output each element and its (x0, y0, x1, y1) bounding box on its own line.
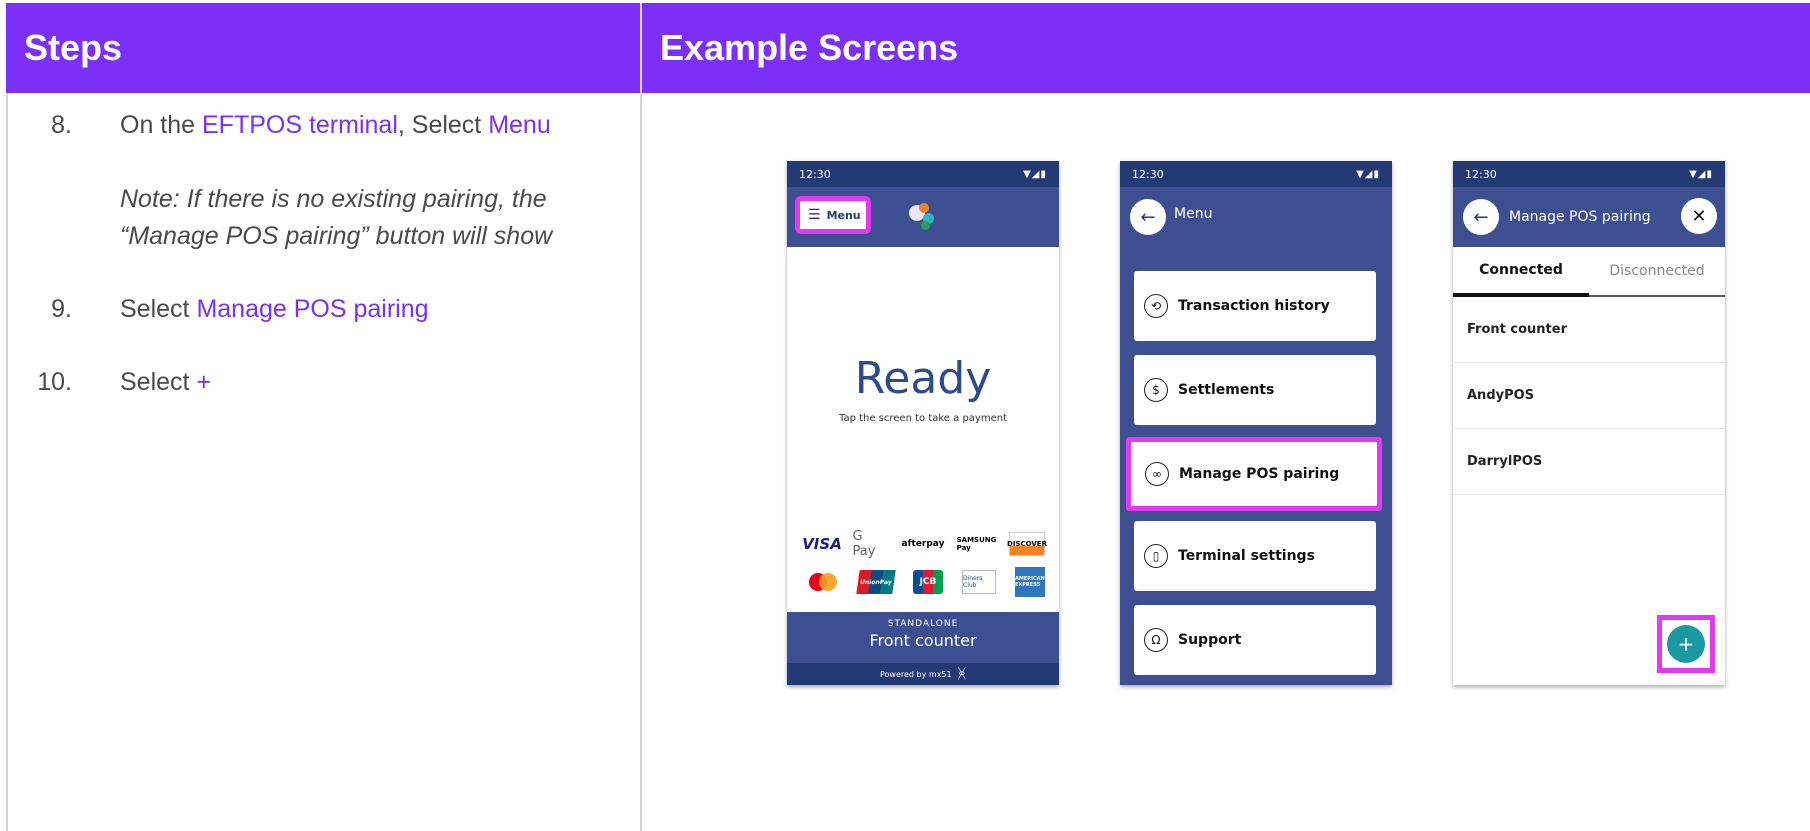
menu-header: ← Menu (1120, 187, 1392, 241)
step-number: 8. (51, 111, 72, 139)
menu-item-manage-pos-pairing[interactable]: ∞ Manage POS pairing (1126, 437, 1382, 511)
step-text: Select + (120, 368, 211, 397)
menu-button-label: Menu (826, 208, 861, 222)
step-text: On the EFTPOS terminal, Select Menu (120, 111, 551, 140)
steps-header: Steps (6, 3, 640, 93)
tab-disconnected[interactable]: Disconnected (1589, 247, 1725, 295)
close-icon[interactable]: ✕ (1681, 198, 1717, 234)
signal-battery-icon: ▼◢▮ (1689, 168, 1713, 180)
mode-label: STANDALONE (887, 619, 959, 629)
plus-link: + (196, 368, 212, 396)
back-arrow-icon[interactable]: ← (1130, 199, 1166, 235)
add-pairing-highlight: + (1657, 615, 1715, 673)
pairing-item[interactable]: Front counter (1453, 297, 1725, 363)
note: Note: If there is no existing pairing, t… (120, 181, 552, 255)
menu-item-label: Manage POS pairing (1179, 466, 1340, 482)
status-bar: 12:30 ▼◢▮ (1120, 161, 1392, 187)
hamburger-icon: ☰ (808, 207, 821, 223)
step-text-part: On the (120, 111, 202, 139)
settlements-icon: $ (1144, 378, 1168, 402)
tab-connected[interactable]: Connected (1453, 247, 1589, 297)
diners-club-logo: Diners Club (962, 570, 996, 594)
menu-item-settlements[interactable]: $ Settlements (1134, 355, 1376, 425)
menu-item-support[interactable]: Ω Support (1134, 605, 1376, 675)
terminal-icon: ▯ (1144, 544, 1168, 568)
status-time: 12:30 (1132, 167, 1164, 181)
pairing-tabs: Connected Disconnected (1453, 247, 1725, 297)
manage-pos-pairing-link: Manage POS pairing (196, 295, 429, 323)
signal-battery-icon: ▼◢▮ (1023, 168, 1047, 180)
status-time: 12:30 (799, 167, 831, 181)
pairing-title: Manage POS pairing (1509, 209, 1651, 225)
visa-logo: VISA (802, 535, 842, 553)
brand-logo-icon (907, 199, 941, 233)
jcb-logo: JCB (913, 570, 943, 594)
discover-logo: DISCOVER (1007, 532, 1047, 556)
step-number: 9. (51, 295, 72, 323)
status-time: 12:30 (1465, 167, 1497, 181)
pairing-header: ← Manage POS pairing ✕ (1453, 187, 1725, 247)
pairing-item[interactable]: AndyPOS (1453, 363, 1725, 429)
menu-item-label: Transaction history (1178, 298, 1330, 314)
menu-item-label: Settlements (1178, 382, 1275, 398)
examples-header: Example Screens (642, 3, 1810, 93)
mastercard-logo (805, 570, 839, 594)
headset-icon: Ω (1144, 628, 1168, 652)
mx51-icon: ᚸ (957, 666, 967, 682)
samsung-pay-logo: SAMSUNG Pay (956, 536, 997, 552)
column-divider (640, 3, 642, 831)
menu-button[interactable]: ☰ Menu (795, 196, 871, 234)
link-icon: ∞ (1145, 462, 1169, 486)
menu-item-transaction-history[interactable]: ⟲ Transaction history (1134, 271, 1376, 341)
tap-instruction: Tap the screen to take a payment (838, 413, 1007, 424)
step-number: 10. (37, 368, 72, 396)
menu-title: Menu (1174, 206, 1213, 222)
terminal-pairing-screen: 12:30 ▼◢▮ ← Manage POS pairing ✕ Connect… (1453, 161, 1725, 685)
menu-item-label: Terminal settings (1178, 548, 1315, 564)
menu-item-label: Support (1178, 632, 1242, 648)
gpay-logo: G Pay (852, 529, 876, 559)
note-line-2: “Manage POS pairing” button will show (120, 222, 553, 250)
terminal-footer: STANDALONE Front counter (787, 612, 1059, 663)
powered-by-text: Powered by mx51 (879, 669, 952, 679)
ready-title[interactable]: Ready (787, 353, 1059, 404)
powered-by: Powered by mx51 ᚸ (787, 663, 1059, 685)
instruction-page: Steps Example Screens 8. On the EFTPOS t… (0, 0, 1810, 831)
history-icon: ⟲ (1144, 294, 1168, 318)
status-bar: 12:30 ▼◢▮ (1453, 161, 1725, 187)
menu-item-terminal-settings[interactable]: ▯ Terminal settings (1134, 521, 1376, 591)
eftpos-terminal-link: EFTPOS terminal (202, 111, 398, 139)
unionpay-logo: UnionPay (856, 570, 896, 594)
amex-logo: AMERICAN EXPRESS (1015, 567, 1045, 597)
back-arrow-icon[interactable]: ← (1463, 199, 1499, 235)
step-text-part: , Select (397, 111, 489, 139)
terminal-top-bar: ☰ Menu (787, 187, 1059, 247)
step-text-part: Select (120, 368, 197, 396)
signal-battery-icon: ▼◢▮ (1356, 168, 1380, 180)
status-bar: 12:30 ▼◢▮ (787, 161, 1059, 187)
step-text: Select Manage POS pairing (120, 295, 429, 324)
menu-link: Menu (488, 111, 551, 139)
location-label: Front counter (869, 631, 977, 650)
step-text-part: Select (120, 295, 197, 323)
add-pairing-button[interactable]: + (1667, 625, 1705, 663)
terminal-menu-screen: 12:30 ▼◢▮ ← Menu ⟲ Transaction history $… (1120, 161, 1392, 685)
afterpay-logo: afterpay (901, 539, 945, 549)
pairing-item[interactable]: DarrylPOS (1453, 429, 1725, 495)
terminal-ready-screen: 12:30 ▼◢▮ ☰ Menu Ready Tap the screen to… (787, 161, 1059, 685)
accepted-cards: VISA G Pay afterpay SAMSUNG Pay DISCOVER… (802, 529, 1047, 605)
note-line-1: Note: If there is no existing pairing, t… (120, 185, 547, 213)
